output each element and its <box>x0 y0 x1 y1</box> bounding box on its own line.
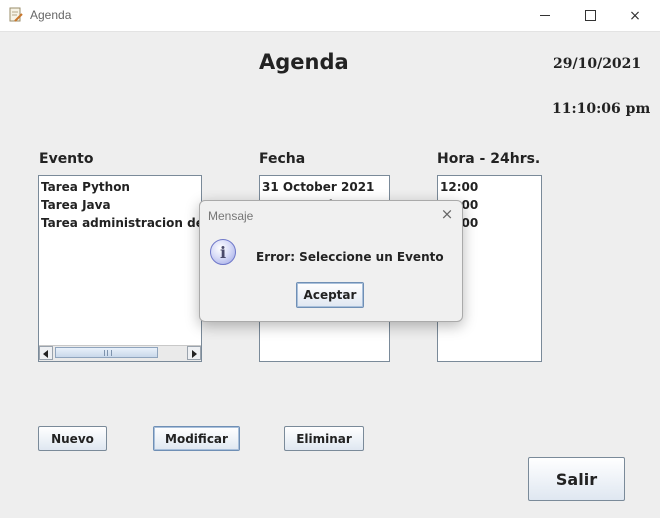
modificar-button[interactable]: Modificar <box>153 426 240 451</box>
page-title: Agenda <box>259 50 349 74</box>
window-titlebar: Agenda × <box>0 0 660 32</box>
dialog-close-button[interactable]: × <box>439 206 455 222</box>
evento-label: Evento <box>39 151 94 167</box>
dialog-title: Mensaje <box>208 209 254 223</box>
list-item[interactable]: Tarea administracion de proyectos <box>39 214 201 232</box>
horizontal-scrollbar[interactable] <box>39 345 201 361</box>
list-item[interactable]: Tarea Java <box>39 196 201 214</box>
aceptar-button[interactable]: Aceptar <box>296 282 364 308</box>
current-date: 29/10/2021 <box>553 56 642 72</box>
list-item[interactable]: 12:00 <box>438 178 541 196</box>
close-icon: × <box>629 7 641 24</box>
grip-icon <box>104 350 112 356</box>
maximize-icon <box>584 10 596 21</box>
fecha-label: Fecha <box>259 151 306 167</box>
minimize-icon <box>540 15 550 16</box>
arrow-right-icon <box>192 350 197 358</box>
scroll-left-button[interactable] <box>39 346 53 360</box>
current-time: 11:10:06 pm <box>552 101 651 117</box>
close-icon: × <box>440 205 454 223</box>
maximize-button[interactable] <box>567 0 613 31</box>
list-item[interactable]: 31 October 2021 <box>260 178 389 196</box>
dialog-message: Error: Seleccione un Evento <box>256 250 444 264</box>
notepad-pen-icon <box>9 7 23 22</box>
window-close-button[interactable]: × <box>612 0 658 31</box>
evento-list[interactable]: Tarea Python Tarea Java Tarea administra… <box>38 175 202 362</box>
message-dialog: Mensaje × i Error: Seleccione un Evento … <box>199 200 463 322</box>
window-title: Agenda <box>30 8 72 22</box>
list-item[interactable]: Tarea Python <box>39 178 201 196</box>
hora-label: Hora - 24hrs. <box>437 151 541 167</box>
eliminar-button[interactable]: Eliminar <box>284 426 364 451</box>
nuevo-button[interactable]: Nuevo <box>38 426 107 451</box>
scroll-thumb[interactable] <box>55 347 158 358</box>
minimize-button[interactable] <box>522 0 568 31</box>
salir-button[interactable]: Salir <box>528 457 625 501</box>
arrow-left-icon <box>43 350 48 358</box>
info-icon: i <box>210 239 236 265</box>
scroll-right-button[interactable] <box>187 346 201 360</box>
